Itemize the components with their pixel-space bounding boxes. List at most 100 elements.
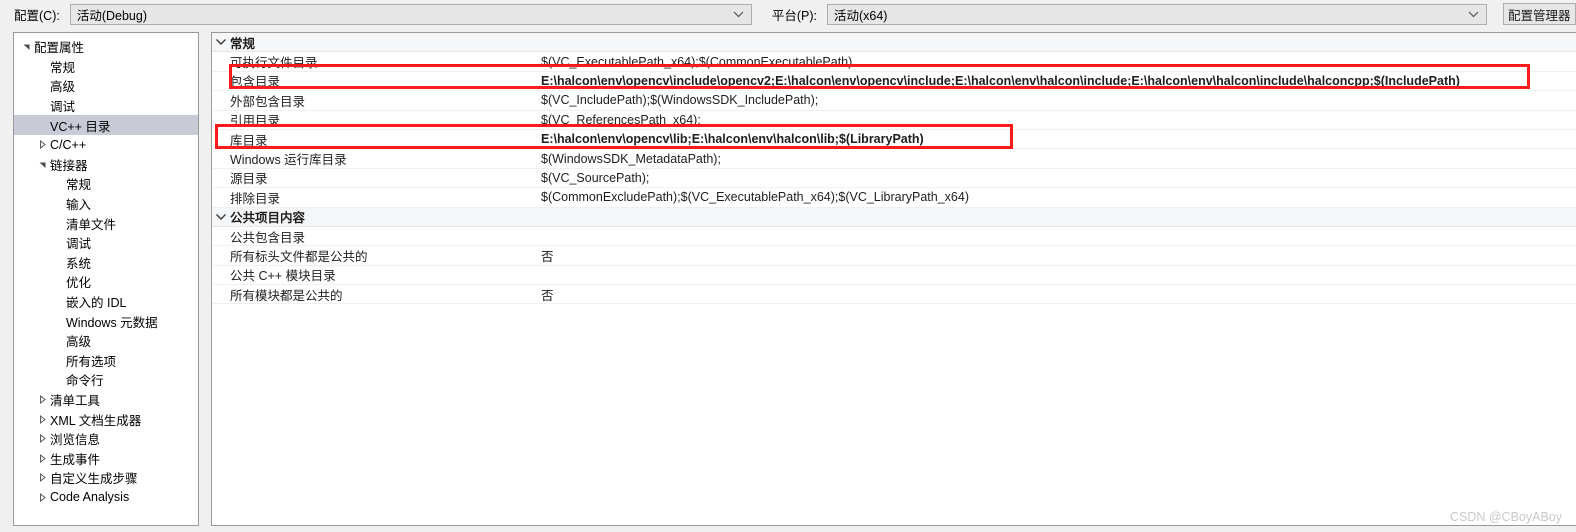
property-row[interactable]: 库目录 E:\halcon\env\opencv\lib;E:\halcon\en… — [212, 130, 1576, 150]
property-value[interactable]: $(CommonExcludePath);$(VC_ExecutablePath… — [540, 190, 1576, 204]
property-name: 公共包含目录 — [230, 230, 306, 245]
property-value[interactable]: 否 — [540, 285, 1576, 304]
property-name: 引用目录 — [230, 114, 281, 129]
tree-twisty-expand-icon[interactable] — [36, 492, 49, 502]
tree-item-3[interactable]: 调试 — [14, 96, 198, 116]
configuration-manager-button[interactable]: 配置管理器 — [1503, 3, 1576, 25]
property-name: 外部包含目录 — [230, 94, 306, 109]
property-name: 排除目录 — [230, 191, 281, 206]
tree-item-22[interactable]: 自定义生成步骤 — [14, 468, 198, 488]
category-chevron-down-icon[interactable] — [212, 213, 230, 221]
property-row[interactable]: 包含目录 E:\halcon\env\opencv\include\opencv2… — [212, 72, 1576, 92]
tree-item-label: 高级 — [50, 80, 76, 95]
chevron-down-icon — [1468, 5, 1479, 24]
tree-item-10[interactable]: 调试 — [14, 233, 198, 253]
property-row[interactable]: 所有标头文件都是公共的 否 — [212, 246, 1576, 266]
property-grid: 常规可执行文件目录 $(VC_ExecutablePath_x64);$(Comm… — [212, 33, 1576, 305]
tree-twisty-expand-icon[interactable] — [36, 394, 49, 404]
tree-item-8[interactable]: 输入 — [14, 194, 198, 214]
tree-item-label: Windows 元数据 — [66, 315, 158, 330]
tree-item-17[interactable]: 命令行 — [14, 370, 198, 390]
tree-item-23[interactable]: Code Analysis — [14, 488, 198, 508]
property-row[interactable]: 排除目录 $(CommonExcludePath);$(VC_Executable… — [212, 188, 1576, 208]
platform-combobox[interactable]: 活动(x64) — [826, 3, 1487, 25]
tree-item-label: 链接器 — [50, 158, 88, 173]
tree-item-9[interactable]: 清单文件 — [14, 213, 198, 233]
property-row[interactable]: 可执行文件目录 $(VC_ExecutablePath_x64);$(Common… — [212, 52, 1576, 72]
tree-item-label: 浏览信息 — [50, 433, 101, 448]
configuration-combobox-value: 活动(Debug) — [76, 8, 147, 23]
property-grid-panel[interactable]: 常规可执行文件目录 $(VC_ExecutablePath_x64);$(Comm… — [211, 32, 1576, 526]
configuration-toolbar: 配置(C): 活动(Debug) 平台(P): 活动(x64) 配置管理器 — [0, 0, 1576, 28]
property-name: 所有标头文件都是公共的 — [230, 250, 368, 264]
tree-item-label: 系统 — [66, 256, 92, 271]
property-value[interactable]: $(VC_SourcePath); — [540, 171, 1576, 185]
property-row[interactable]: 公共 C++ 模块目录 — [212, 266, 1576, 286]
tree-twisty-expand-icon[interactable] — [36, 414, 49, 424]
tree-twisty-expand-icon[interactable] — [36, 473, 49, 483]
tree-item-20[interactable]: 浏览信息 — [14, 429, 198, 449]
tree-item-label: 常规 — [50, 60, 76, 75]
property-name: 可执行文件目录 — [230, 56, 318, 71]
property-name: 库目录 — [230, 133, 268, 148]
tree-item-4[interactable]: VC++ 目录 — [14, 115, 198, 135]
tree-item-6[interactable]: 链接器 — [14, 155, 198, 175]
tree-item-13[interactable]: 嵌入的 IDL — [14, 292, 198, 312]
property-value[interactable]: $(VC_ReferencesPath_x64); — [540, 113, 1576, 127]
property-value[interactable]: E:\halcon\env\opencv\lib;E:\halcon\env\h… — [540, 132, 1576, 146]
tree-item-0[interactable]: 配置属性 — [14, 37, 198, 57]
property-row[interactable]: 源目录 $(VC_SourcePath); — [212, 169, 1576, 189]
configuration-manager-button-label: 配置管理器 — [1508, 8, 1571, 23]
property-value[interactable]: $(WindowsSDK_MetadataPath); — [540, 152, 1576, 166]
tree-item-label: 调试 — [66, 237, 92, 252]
tree-twisty-collapse-icon[interactable] — [20, 42, 33, 51]
configuration-combobox[interactable]: 活动(Debug) — [69, 3, 752, 25]
tree-item-21[interactable]: 生成事件 — [14, 448, 198, 468]
property-row[interactable]: 外部包含目录 $(VC_IncludePath);$(WindowsSDK_Inc… — [212, 91, 1576, 111]
tree-twisty-collapse-icon[interactable] — [36, 160, 49, 169]
configuration-label: 配置(C): — [14, 8, 60, 23]
property-row[interactable]: 引用目录 $(VC_ReferencesPath_x64); — [212, 111, 1576, 130]
platform-combobox-value: 活动(x64) — [833, 8, 888, 23]
property-tree-panel[interactable]: 配置属性 常规 高级 调试 VC++ 目录 C/C++ 链接器 常规 输入 清单文件 调试 系统 优化嵌… — [13, 32, 199, 526]
property-value[interactable]: 否 — [540, 246, 1576, 265]
tree-item-label: Code Analysis — [50, 490, 130, 505]
property-name: 包含目录 — [230, 75, 281, 90]
watermark: CSDN @CBoyABoy — [1449, 510, 1562, 524]
tree-item-7[interactable]: 常规 — [14, 174, 198, 194]
tree-item-label: 调试 — [50, 100, 76, 115]
tree-item-label: 生成事件 — [50, 452, 101, 467]
property-row[interactable]: Windows 运行库目录 $(WindowsSDK_MetadataPath); — [212, 149, 1576, 169]
category-chevron-down-icon[interactable] — [212, 38, 230, 46]
tree-item-label: 输入 — [66, 198, 92, 213]
property-name: 常规 — [230, 36, 256, 51]
tree-item-label: C/C++ — [50, 137, 87, 152]
tree-item-11[interactable]: 系统 — [14, 253, 198, 273]
chevron-down-icon — [733, 5, 744, 24]
tree-item-label: XML 文档生成器 — [50, 413, 142, 428]
property-value[interactable]: E:\halcon\env\opencv\include\opencv2;E:\… — [540, 74, 1576, 88]
tree-item-18[interactable]: 清单工具 — [14, 390, 198, 410]
tree-twisty-expand-icon[interactable] — [36, 434, 49, 444]
tree-item-14[interactable]: Windows 元数据 — [14, 311, 198, 331]
tree-item-5[interactable]: C/C++ — [14, 135, 198, 155]
tree-item-1[interactable]: 常规 — [14, 57, 198, 77]
tree-item-label: 清单工具 — [50, 393, 101, 408]
tree-item-2[interactable]: 高级 — [14, 76, 198, 96]
property-value[interactable]: $(VC_IncludePath);$(WindowsSDK_IncludePa… — [540, 93, 1576, 107]
property-category-row[interactable]: 公共项目内容 — [212, 207, 1576, 227]
tree-item-label: 自定义生成步骤 — [50, 472, 138, 487]
property-row[interactable]: 公共包含目录 — [212, 227, 1576, 247]
property-row[interactable]: 所有模块都是公共的 否 — [212, 285, 1576, 305]
tree-item-16[interactable]: 所有选项 — [14, 351, 198, 371]
tree-item-12[interactable]: 优化 — [14, 272, 198, 292]
tree-item-19[interactable]: XML 文档生成器 — [14, 409, 198, 429]
property-value[interactable]: $(VC_ExecutablePath_x64);$(CommonExecuta… — [540, 55, 1576, 69]
property-name: 所有模块都是公共的 — [230, 288, 343, 303]
property-category-row[interactable]: 常规 — [212, 33, 1576, 53]
property-name: Windows 运行库目录 — [230, 153, 347, 168]
tree-item-label: 清单文件 — [66, 217, 117, 232]
tree-twisty-expand-icon[interactable] — [36, 140, 49, 150]
tree-item-15[interactable]: 高级 — [14, 331, 198, 351]
tree-twisty-expand-icon[interactable] — [36, 453, 49, 463]
